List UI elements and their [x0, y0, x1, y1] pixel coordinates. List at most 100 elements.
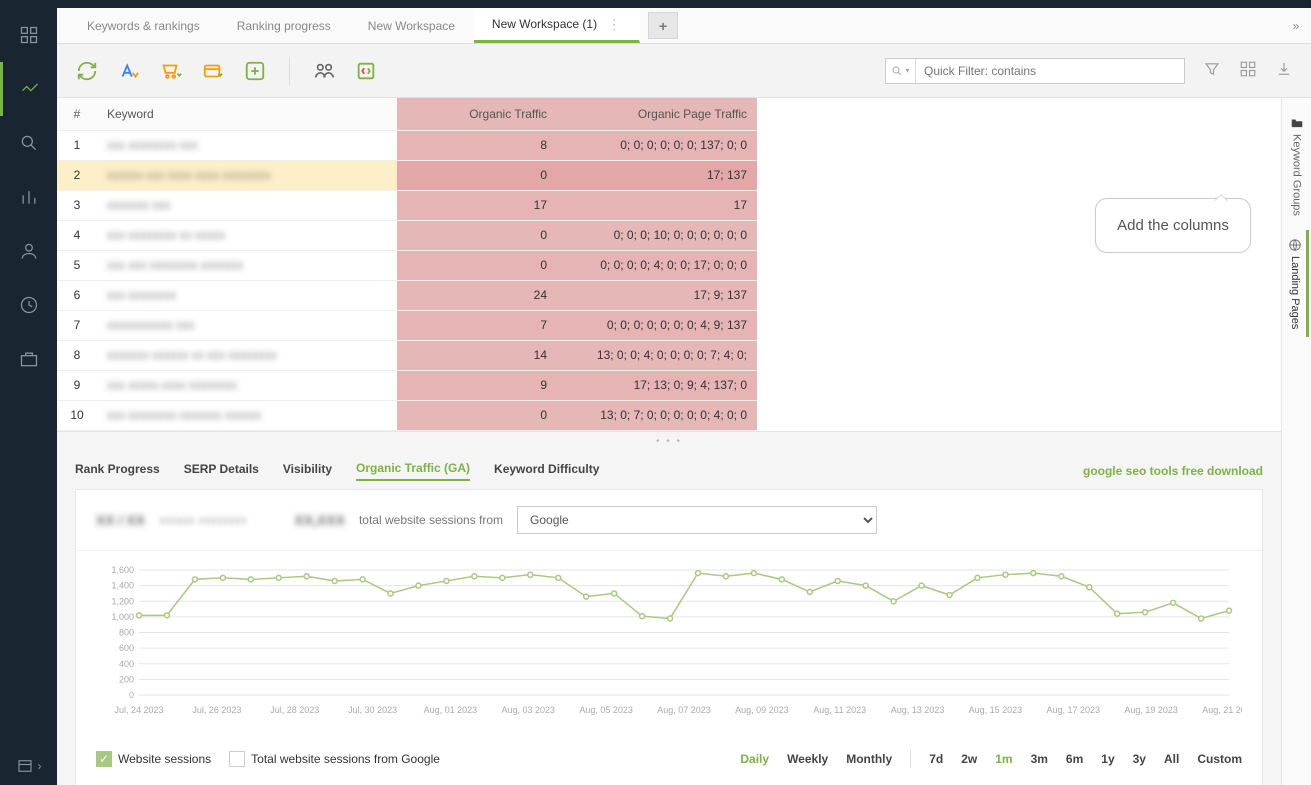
svg-text:800: 800: [119, 627, 134, 637]
svg-text:Aug, 03 2023: Aug, 03 2023: [502, 705, 556, 715]
nav-dashboard[interactable]: [0, 8, 57, 62]
add-tab-button[interactable]: +: [648, 12, 678, 39]
svg-text:Aug, 13 2023: Aug, 13 2023: [891, 705, 945, 715]
collapse-right-panel[interactable]: »: [1281, 8, 1311, 43]
range-1m[interactable]: 1m: [995, 752, 1012, 766]
table-row[interactable]: 8xxxxxxx xxxxxx xx xxx xxxxxxxx1413; 0; …: [57, 340, 757, 370]
table-row[interactable]: 3xxxxxxx xxx1717: [57, 190, 757, 220]
time-range-selector: Daily Weekly Monthly 7d 2w 1m 3m 6m 1y 3y All Custo…: [740, 750, 1242, 768]
dtab-organic-traffic-ga[interactable]: Organic Traffic (GA): [356, 461, 470, 481]
range-3y[interactable]: 3y: [1133, 752, 1146, 766]
nav-expand[interactable]: ›: [0, 757, 57, 775]
left-nav: ›: [0, 8, 57, 785]
col-index[interactable]: #: [57, 98, 97, 130]
table-row[interactable]: 5xxx xxx xxxxxxxx xxxxxxx00; 0; 0; 0; 4;…: [57, 250, 757, 280]
dtab-rank-progress[interactable]: Rank Progress: [75, 462, 160, 480]
svg-text:Jul, 28 2023: Jul, 28 2023: [270, 705, 319, 715]
nav-briefcase[interactable]: [0, 332, 57, 386]
vtab-landing-pages[interactable]: Landing Pages: [1284, 230, 1309, 337]
table-row[interactable]: 1xxx xxxxxxxx xxx80; 0; 0; 0; 0; 0; 137;…: [57, 130, 757, 160]
col-organic-traffic[interactable]: Organic Traffic: [397, 98, 557, 130]
svg-text:0: 0: [129, 690, 134, 700]
svg-text:Jul, 24 2023: Jul, 24 2023: [114, 705, 163, 715]
stat-sessions: XX / XX: [96, 512, 145, 528]
nav-search[interactable]: [0, 116, 57, 170]
nav-users[interactable]: [0, 224, 57, 278]
import-export-button[interactable]: [354, 60, 378, 82]
svg-text:Jul, 26 2023: Jul, 26 2023: [192, 705, 241, 715]
tool-wallet-button[interactable]: [201, 60, 225, 82]
table-row[interactable]: 7xxxxxxxxxxx xxx70; 0; 0; 0; 0; 0; 0; 4;…: [57, 310, 757, 340]
add-columns-tooltip: Add the columns: [1095, 198, 1251, 253]
detail-right-link[interactable]: google seo tools free download: [1083, 464, 1263, 478]
search-icon[interactable]: ▾: [886, 59, 916, 83]
table-row[interactable]: 4xxx xxxxxxxx xx xxxxx00; 0; 0; 10; 0; 0…: [57, 220, 757, 250]
svg-text:400: 400: [119, 658, 134, 668]
filter-icon[interactable]: [1203, 60, 1221, 81]
svg-text:1,600: 1,600: [111, 565, 134, 575]
sessions-chart: 02004006008001,0001,2001,4001,600Jul, 24…: [96, 565, 1242, 725]
stat-total-sessions: XX,XXX: [294, 512, 345, 528]
range-daily[interactable]: Daily: [740, 752, 769, 766]
dtab-keyword-difficulty[interactable]: Keyword Difficulty: [494, 462, 599, 480]
nav-bars[interactable]: [0, 170, 57, 224]
detail-tabs: Rank Progress SERP Details Visibility Or…: [57, 451, 1281, 489]
svg-text:Aug, 17 2023: Aug, 17 2023: [1047, 705, 1101, 715]
range-3m[interactable]: 3m: [1031, 752, 1048, 766]
svg-text:Aug, 05 2023: Aug, 05 2023: [579, 705, 633, 715]
right-sidebar: Keyword Groups Landing Pages: [1281, 98, 1311, 785]
nav-analytics[interactable]: [0, 62, 57, 116]
tab-new-workspace-1[interactable]: New Workspace (1)⋮: [474, 8, 640, 43]
col-organic-page-traffic[interactable]: Organic Page Traffic: [557, 98, 757, 130]
svg-text:Aug, 21 2023: Aug, 21 2023: [1202, 705, 1242, 715]
tab-keywords-rankings[interactable]: Keywords & rankings: [69, 8, 219, 43]
table-row[interactable]: 9xxx xxxxx xxxx xxxxxxxx917; 13; 0; 9; 4…: [57, 370, 757, 400]
stat-sessions-label: xxxxxx xxxxxxxx: [159, 513, 246, 527]
legend-total-sessions-google[interactable]: Total website sessions from Google: [229, 751, 440, 767]
range-6m[interactable]: 6m: [1066, 752, 1083, 766]
svg-text:1,400: 1,400: [111, 580, 134, 590]
tool-a-button[interactable]: [117, 60, 141, 82]
tool-cart-button[interactable]: [159, 60, 183, 82]
dtab-visibility[interactable]: Visibility: [283, 462, 332, 480]
vtab-keyword-groups[interactable]: Keyword Groups: [1286, 108, 1308, 224]
quick-filter-search[interactable]: ▾: [885, 58, 1185, 84]
range-all[interactable]: All: [1164, 752, 1179, 766]
quick-filter-input[interactable]: [916, 64, 1184, 78]
share-users-button[interactable]: [312, 60, 336, 82]
col-keyword[interactable]: Keyword: [97, 98, 397, 130]
source-select[interactable]: Google: [517, 506, 877, 534]
range-weekly[interactable]: Weekly: [787, 752, 828, 766]
resize-handle[interactable]: • • •: [57, 432, 1281, 451]
svg-text:Aug, 09 2023: Aug, 09 2023: [735, 705, 789, 715]
range-7d[interactable]: 7d: [929, 752, 943, 766]
add-button[interactable]: [243, 60, 267, 82]
workspace-tabs: Keywords & rankings Ranking progress New…: [57, 8, 1311, 44]
legend-website-sessions[interactable]: Website sessions: [96, 751, 211, 767]
svg-text:200: 200: [119, 674, 134, 684]
svg-text:Jul, 30 2023: Jul, 30 2023: [348, 705, 397, 715]
tab-menu-icon[interactable]: ⋮: [607, 16, 621, 33]
range-monthly[interactable]: Monthly: [846, 752, 892, 766]
dtab-serp-details[interactable]: SERP Details: [184, 462, 259, 480]
nav-clock[interactable]: [0, 278, 57, 332]
table-row[interactable]: 2xxxxxx xxx xxxx xxxx xxxxxxxx017; 137: [57, 160, 757, 190]
svg-text:600: 600: [119, 643, 134, 653]
refresh-sync-button[interactable]: [75, 60, 99, 82]
range-custom[interactable]: Custom: [1197, 752, 1242, 766]
range-1y[interactable]: 1y: [1101, 752, 1114, 766]
traffic-panel: XX / XX xxxxxx xxxxxxxx XX,XXX total web…: [75, 489, 1263, 785]
range-2w[interactable]: 2w: [961, 752, 977, 766]
tab-new-workspace[interactable]: New Workspace: [350, 8, 474, 43]
svg-text:Aug, 15 2023: Aug, 15 2023: [969, 705, 1023, 715]
columns-icon[interactable]: [1239, 60, 1257, 81]
table-row[interactable]: 10xxx xxxxxxxx xxxxxxx xxxxxx013; 0; 7; …: [57, 400, 757, 430]
table-row[interactable]: 6xxx xxxxxxxx2417; 9; 137: [57, 280, 757, 310]
download-icon[interactable]: [1275, 60, 1293, 81]
stat-total-sessions-label: total website sessions from: [359, 513, 503, 527]
svg-text:Aug, 19 2023: Aug, 19 2023: [1124, 705, 1178, 715]
svg-text:Aug, 11 2023: Aug, 11 2023: [813, 705, 866, 715]
svg-text:1,000: 1,000: [111, 611, 134, 621]
keywords-table: # Keyword Organic Traffic Organic Page T…: [57, 98, 1281, 432]
tab-ranking-progress[interactable]: Ranking progress: [219, 8, 350, 43]
